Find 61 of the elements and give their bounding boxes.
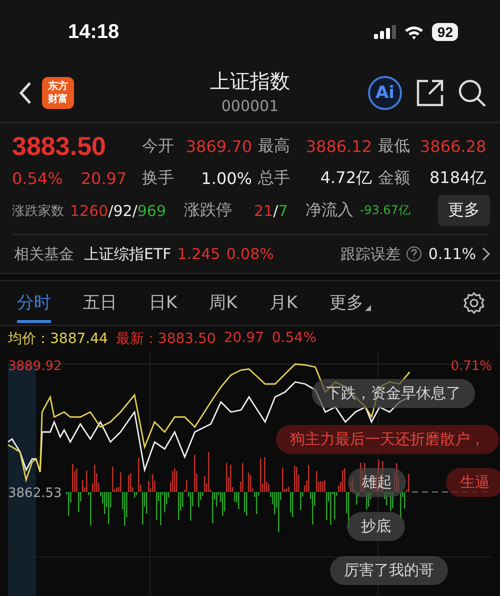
- fund-name[interactable]: 上证综指ETF: [84, 244, 172, 264]
- comment-bubble: 下跌，资金早休息了: [312, 379, 475, 408]
- wifi-icon: [404, 24, 424, 40]
- caret-icon: [365, 304, 372, 310]
- breadth-label: 涨跌家数: [12, 202, 64, 220]
- latest-percent: 0.54%: [272, 330, 316, 348]
- fund-change: 0.08%: [226, 245, 274, 263]
- stat-value: 3869.70: [184, 137, 253, 156]
- latest-change: 20.97: [224, 330, 264, 348]
- share-icon[interactable]: [416, 79, 444, 107]
- fund-label: 相关基金: [14, 244, 74, 264]
- latest-label: 最新：3883.50: [116, 330, 216, 348]
- signal-icon: [374, 25, 396, 39]
- axis-label: 0.71%: [450, 359, 492, 374]
- stat-label: 最高: [258, 136, 291, 157]
- stat-value: 3886.12: [304, 137, 373, 156]
- stat-label: 最低: [378, 136, 411, 157]
- tracking-label: 跟踪误差: [340, 244, 400, 264]
- settings-icon[interactable]: [462, 291, 486, 315]
- battery-level: 92: [432, 23, 458, 41]
- comment-bubble: 厉害了我的哥: [330, 556, 448, 585]
- inflow-label: 净流入: [306, 200, 354, 221]
- axis-label: 3889.92: [8, 359, 62, 374]
- chart-tab[interactable]: 周K: [209, 283, 238, 323]
- stat-value: 3866.28: [420, 137, 488, 156]
- change-percent: 0.54%: [12, 169, 63, 188]
- back-icon[interactable]: [18, 81, 32, 105]
- stat-value: 4.72亿: [319, 168, 373, 189]
- average-price: 均价：3887.44: [8, 330, 108, 348]
- inflow-value: -93.67亿: [360, 202, 410, 219]
- stat-value: 1.00%: [200, 169, 253, 188]
- count-text: 1260/92/969: [70, 202, 166, 220]
- stat-label: 金额: [378, 168, 411, 189]
- tracking-value: 0.11%: [428, 245, 476, 263]
- chevron-icon[interactable]: [482, 247, 490, 261]
- comment-bubble: 狗主力最后一天还折磨散户，: [276, 425, 499, 454]
- chart-tab[interactable]: 更多: [329, 283, 372, 323]
- ai-button[interactable]: Ai: [368, 76, 402, 110]
- chart-tab[interactable]: 月K: [269, 283, 298, 323]
- stat-value: 8184亿: [428, 168, 488, 189]
- current-price: 3883.50: [12, 131, 107, 162]
- comment-bubble: 雄起: [348, 468, 406, 497]
- help-icon[interactable]: [406, 246, 422, 262]
- count-text: 21/7: [254, 202, 288, 220]
- change-amount: 20.97: [80, 169, 127, 188]
- stat-label: 换手: [142, 168, 175, 189]
- axis-label: 3862.53: [8, 486, 62, 501]
- app-logo: 东方 财富: [42, 77, 74, 109]
- stat-label: 今开: [142, 136, 175, 157]
- search-icon[interactable]: [458, 79, 486, 107]
- clock: 14:18: [68, 20, 120, 44]
- stat-label: 总手: [258, 168, 291, 189]
- limit-label: 涨跌停: [184, 200, 232, 221]
- comment-bubble: 生逼: [446, 468, 500, 497]
- chart-tab[interactable]: 日K: [149, 283, 178, 323]
- chart-tab[interactable]: 五日: [83, 283, 117, 323]
- stock-code: 000001: [221, 97, 279, 115]
- more-button[interactable]: 更多: [438, 195, 490, 226]
- fund-price: 1.245: [177, 245, 220, 263]
- comment-bubble: 抄底: [347, 512, 405, 541]
- page-title: 上证指数: [210, 68, 290, 95]
